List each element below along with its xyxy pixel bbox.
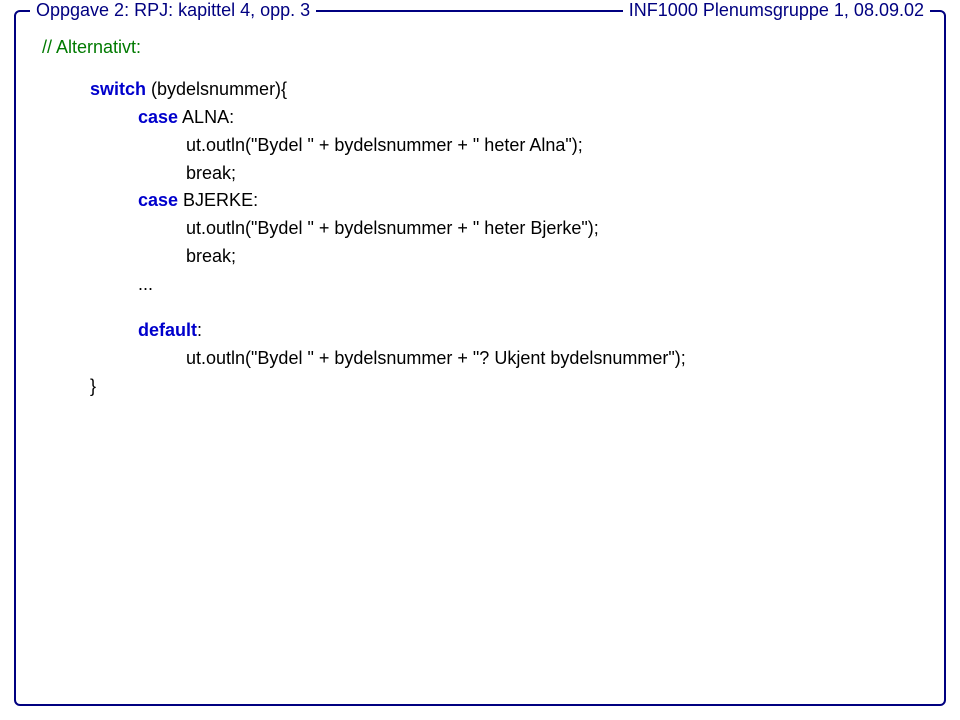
code-line-ellipsis: ... xyxy=(42,271,918,299)
code-line-out1: ut.outln("Bydel " + bydelsnummer + " het… xyxy=(42,132,918,160)
code-block: switch (bydelsnummer){ case ALNA: ut.out… xyxy=(42,76,918,401)
kw-case2: case xyxy=(138,190,178,210)
case2-tail: BJERKE: xyxy=(178,190,258,210)
code-line-close: } xyxy=(42,373,918,401)
code-line-break2: break; xyxy=(42,243,918,271)
code-line-case2: case BJERKE: xyxy=(42,187,918,215)
slide-frame: Oppgave 2: RPJ: kapittel 4, opp. 3 INF10… xyxy=(14,10,946,706)
kw-case1: case xyxy=(138,107,178,127)
kw-default: default xyxy=(138,320,197,340)
page: Oppgave 2: RPJ: kapittel 4, opp. 3 INF10… xyxy=(0,0,960,720)
switch-tail: (bydelsnummer){ xyxy=(146,79,287,99)
code-line-break1: break; xyxy=(42,160,918,188)
code-content: // Alternativt: switch (bydelsnummer){ c… xyxy=(16,12,944,421)
default-tail: : xyxy=(197,320,202,340)
code-line-default: default: xyxy=(42,317,918,345)
code-line-case1: case ALNA: xyxy=(42,104,918,132)
kw-switch: switch xyxy=(90,79,146,99)
code-line-switch: switch (bydelsnummer){ xyxy=(42,76,918,104)
code-line-out3: ut.outln("Bydel " + bydelsnummer + "? Uk… xyxy=(42,345,918,373)
blank-line xyxy=(42,299,918,317)
case1-tail: ALNA: xyxy=(178,107,234,127)
code-line-out2: ut.outln("Bydel " + bydelsnummer + " het… xyxy=(42,215,918,243)
code-comment: // Alternativt: xyxy=(42,34,918,62)
